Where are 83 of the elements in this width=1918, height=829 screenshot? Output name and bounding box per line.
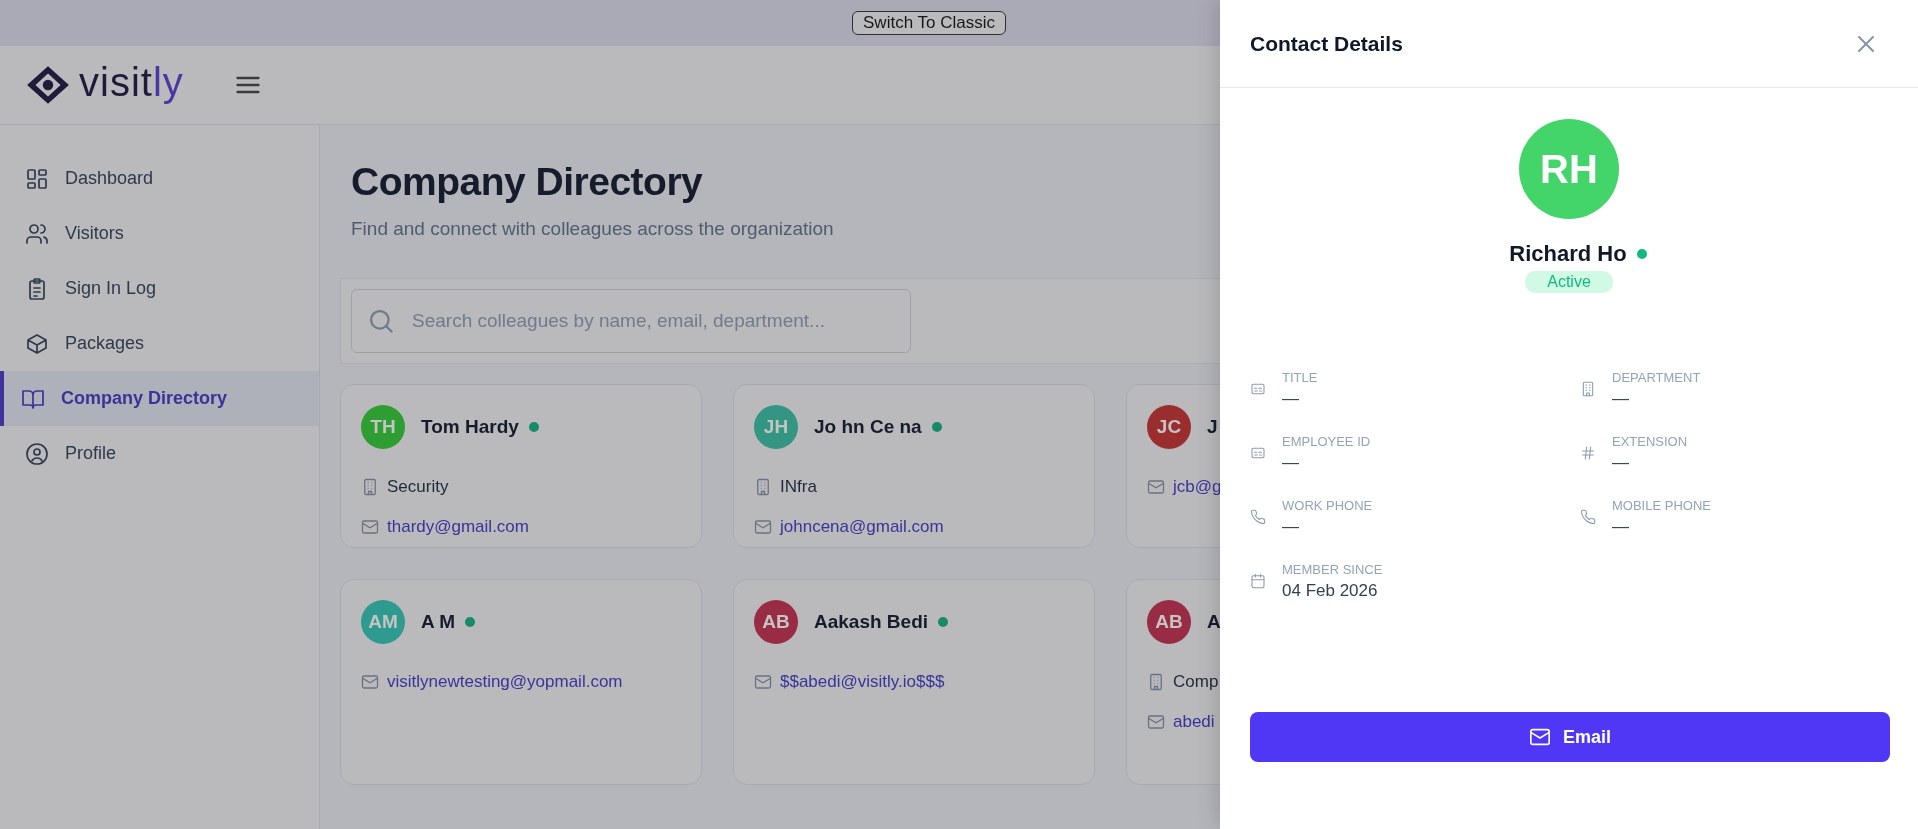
contact-card[interactable]: JH Jo hn Ce na INfra johncena@gmail.com	[733, 384, 1095, 548]
users-icon	[25, 221, 49, 246]
field-value: —	[1612, 388, 1630, 409]
avatar: JH	[754, 405, 798, 449]
logo-diamond-icon	[25, 64, 71, 106]
status-badge: Active	[1525, 271, 1613, 293]
avatar: AB	[754, 600, 798, 644]
sidebar-item[interactable]: Visitors	[0, 206, 319, 261]
drawer-title: Contact Details	[1250, 31, 1403, 56]
building-icon	[1147, 673, 1165, 691]
search-field[interactable]: Search colleagues by name, email, department...	[351, 289, 911, 353]
id-card-icon	[1250, 381, 1266, 397]
contact-name: A M	[421, 611, 456, 633]
field-value: —	[1612, 452, 1630, 473]
search-icon	[367, 307, 395, 335]
hash-icon	[1580, 445, 1596, 461]
overlay-backdrop[interactable]	[0, 0, 1220, 829]
mail-icon	[361, 673, 379, 691]
profile-avatar: RH	[1519, 119, 1619, 219]
email-link[interactable]: abedi	[1173, 712, 1215, 732]
online-status-dot	[528, 422, 539, 432]
contact-name: Jo hn Ce na	[814, 416, 922, 438]
field-label: EXTENSION	[1612, 433, 1688, 449]
sidebar-item[interactable]: Profile	[0, 426, 319, 481]
contact-name: Richard Ho	[1509, 241, 1627, 267]
box-icon	[25, 331, 49, 356]
sidebar-item[interactable]: Company Directory	[0, 371, 319, 426]
page-title: Company Directory	[351, 160, 703, 204]
field-value: —	[1282, 388, 1300, 409]
field-value: —	[1612, 516, 1630, 537]
mail-icon	[1529, 726, 1551, 748]
user-circle-icon	[25, 441, 49, 466]
email-link[interactable]: visitlynewtesting@yopmail.com	[387, 672, 623, 692]
department-text: Security	[387, 477, 449, 497]
switch-classic-button[interactable]: Switch To Classic	[852, 11, 1006, 35]
online-status-dot	[938, 617, 949, 627]
building-icon	[361, 478, 379, 496]
field-value: —	[1282, 516, 1300, 537]
mail-icon	[1147, 478, 1165, 496]
email-link[interactable]: $$abedi@visitly.io$$$	[780, 672, 945, 692]
email-link[interactable]: jcb@g	[1173, 477, 1222, 497]
mail-icon	[361, 518, 379, 536]
mail-icon	[754, 518, 772, 536]
department-text: Comp	[1173, 672, 1219, 692]
contact-card[interactable]: AB Aakash Bedi $$abedi@visitly.io$$$	[733, 579, 1095, 785]
phone-icon	[1580, 509, 1596, 525]
contact-name: Tom Hardy	[421, 416, 519, 438]
phone-icon	[1250, 509, 1266, 525]
field-label: EMPLOYEE ID	[1282, 433, 1371, 449]
calendar-icon	[1250, 573, 1266, 589]
page-subtitle: Find and connect with colleagues across the organization	[351, 218, 835, 240]
building-icon	[754, 478, 772, 496]
field-label: MEMBER SINCE	[1282, 561, 1383, 577]
field-label: TITLE	[1282, 369, 1318, 385]
department-text: INfra	[780, 477, 817, 497]
email-link[interactable]: johncena@gmail.com	[780, 517, 944, 537]
avatar: AM	[361, 600, 405, 644]
field-value: 04 Feb 2026	[1282, 580, 1379, 601]
grid-icon	[25, 166, 49, 191]
avatar: TH	[361, 405, 405, 449]
logo-text: visitly	[79, 62, 184, 106]
field-value: —	[1282, 452, 1300, 473]
id-card-icon	[1250, 445, 1266, 461]
contact-card[interactable]: TH Tom Hardy Security thardy@gmail.com	[340, 384, 702, 548]
online-status-dot	[465, 617, 476, 627]
mail-icon	[754, 673, 772, 691]
building-icon	[1580, 381, 1596, 397]
avatar: AB	[1147, 600, 1191, 644]
email-link[interactable]: thardy@gmail.com	[387, 517, 529, 537]
online-status-dot	[931, 422, 942, 432]
mail-icon	[1147, 713, 1165, 731]
contact-card[interactable]: AM A M visitlynewtesting@yopmail.com	[340, 579, 702, 785]
sidebar-item[interactable]: Sign In Log	[0, 261, 319, 316]
avatar: JC	[1147, 405, 1191, 449]
field-label: DEPARTMENT	[1612, 369, 1701, 385]
email-button[interactable]: Email	[1250, 712, 1890, 762]
contact-name: A	[1207, 611, 1221, 633]
field-label: WORK PHONE	[1282, 497, 1373, 513]
sidebar-item[interactable]: Dashboard	[0, 151, 319, 206]
field-label: MOBILE PHONE	[1612, 497, 1711, 513]
contact-name: Aakash Bedi	[814, 611, 929, 633]
contact-name: J	[1207, 416, 1218, 438]
sidebar-item[interactable]: Packages	[0, 316, 319, 371]
